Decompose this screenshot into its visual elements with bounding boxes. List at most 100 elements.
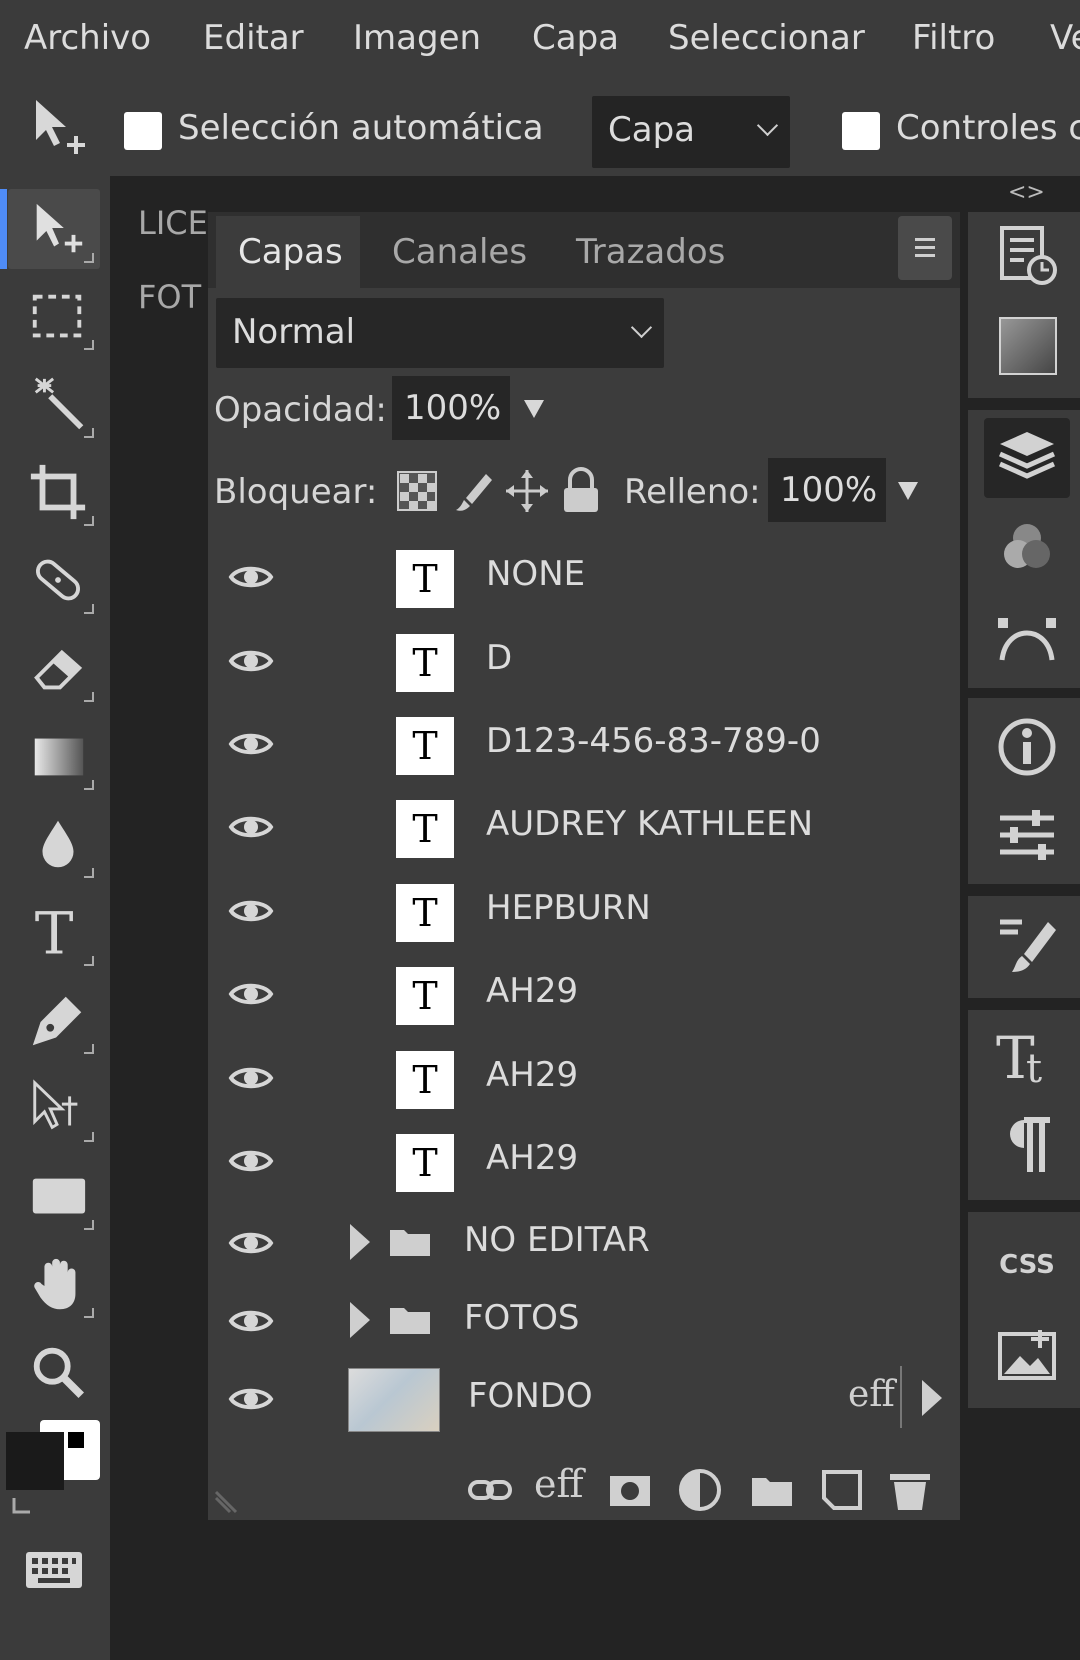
channels-icon[interactable] [994, 514, 1060, 580]
visibility-eye-icon[interactable] [228, 638, 274, 684]
layer-name[interactable]: AH29 [486, 971, 578, 1011]
link-layers-icon[interactable] [466, 1466, 514, 1514]
keyboard-icon[interactable] [24, 1548, 84, 1592]
document-tab-label[interactable]: FOT [138, 278, 201, 316]
gradient-tool-button[interactable] [18, 716, 98, 796]
layer-mask-icon[interactable] [606, 1466, 654, 1514]
shape-tool-button[interactable] [18, 1156, 98, 1236]
path-selection-tool-button[interactable] [18, 1068, 98, 1148]
marquee-tool-button[interactable] [18, 276, 98, 356]
crop-tool-button[interactable] [18, 452, 98, 532]
image-icon[interactable] [994, 1322, 1060, 1388]
panel-resize-grip-icon[interactable] [212, 1490, 238, 1516]
expand-group-arrow-icon[interactable] [350, 1224, 370, 1260]
default-colors-icon[interactable] [66, 1430, 86, 1450]
collapse-panels-button[interactable]: <> [1008, 180, 1045, 205]
expand-group-arrow-icon[interactable] [350, 1302, 370, 1338]
visibility-eye-icon[interactable] [228, 554, 274, 600]
layer-name[interactable]: D [486, 638, 512, 678]
delete-layer-trash-icon[interactable] [886, 1466, 934, 1514]
lock-pixels-brush-icon[interactable] [452, 468, 494, 514]
css-button[interactable]: CSS [994, 1232, 1060, 1298]
move-tool-button[interactable] [18, 189, 98, 269]
tab-canales[interactable]: Canales [392, 232, 527, 272]
foreground-color-swatch[interactable] [6, 1432, 64, 1490]
layer-row[interactable]: T NONE [208, 536, 960, 618]
zoom-tool-button[interactable] [18, 1332, 98, 1412]
layer-name[interactable]: NO EDITAR [464, 1220, 650, 1260]
layer-row[interactable]: T AUDREY KATHLEEN [208, 786, 960, 868]
paragraph-icon[interactable] [994, 1112, 1060, 1178]
visibility-eye-icon[interactable] [228, 1220, 274, 1266]
adjustments-sliders-icon[interactable] [994, 802, 1060, 868]
menu-capa[interactable]: Capa [532, 18, 619, 58]
lock-position-move-icon[interactable] [504, 468, 550, 514]
layer-name[interactable]: FONDO [468, 1376, 593, 1416]
hand-tool-button[interactable] [18, 1244, 98, 1324]
opacity-dropdown-arrow-icon[interactable] [524, 400, 544, 418]
layers-stack-icon[interactable] [994, 424, 1060, 490]
swap-colors-icon[interactable] [10, 1494, 36, 1520]
menu-seleccionar[interactable]: Seleccionar [668, 18, 865, 58]
auto-select-target-dropdown[interactable]: Capa [592, 96, 790, 168]
layer-row[interactable]: NO EDITAR [208, 1202, 960, 1284]
visibility-eye-icon[interactable] [228, 1138, 274, 1184]
transform-controls-checkbox[interactable] [842, 112, 880, 150]
visibility-eye-icon[interactable] [228, 1376, 274, 1422]
eraser-tool-button[interactable] [18, 628, 98, 708]
info-icon[interactable] [994, 714, 1060, 780]
menu-imagen[interactable]: Imagen [353, 18, 481, 58]
lock-all-padlock-icon[interactable] [560, 466, 602, 514]
pen-tool-button[interactable] [18, 980, 98, 1060]
brush-settings-icon[interactable] [994, 912, 1060, 978]
visibility-eye-icon[interactable] [228, 1055, 274, 1101]
paths-curve-icon[interactable] [994, 604, 1060, 670]
fill-dropdown-arrow-icon[interactable] [898, 482, 918, 500]
layer-name[interactable]: FOTOS [464, 1298, 579, 1338]
layer-row[interactable]: TD [208, 620, 960, 702]
menu-editar[interactable]: Editar [203, 18, 304, 58]
swatches-icon[interactable] [994, 312, 1060, 378]
layer-row[interactable]: T HEPBURN [208, 870, 960, 952]
visibility-eye-icon[interactable] [228, 721, 274, 767]
document-tab-label[interactable]: LICE [138, 204, 208, 242]
menu-filtro[interactable]: Filtro [912, 18, 995, 58]
blend-mode-dropdown[interactable]: Normal [216, 298, 664, 368]
layer-name[interactable]: AH29 [486, 1138, 578, 1178]
menu-archivo[interactable]: Archivo [24, 18, 151, 58]
expand-effects-arrow-icon[interactable] [922, 1380, 942, 1416]
character-type-icon[interactable]: Tt [994, 1022, 1060, 1092]
layer-effects-indicator[interactable]: eff [848, 1374, 895, 1415]
layer-name[interactable]: AUDREY KATHLEEN [486, 804, 813, 844]
adjustment-layer-icon[interactable] [676, 1466, 724, 1514]
menu-ver[interactable]: Ve [1050, 18, 1080, 58]
history-icon[interactable] [994, 222, 1060, 288]
healing-brush-tool-button[interactable] [18, 540, 98, 620]
auto-select-checkbox[interactable] [124, 112, 162, 150]
tab-trazados[interactable]: Trazados [576, 232, 725, 272]
layer-row[interactable]: T AH29 [208, 953, 960, 1035]
layer-row[interactable]: T D123-456-83-789-0 [208, 703, 960, 785]
visibility-eye-icon[interactable] [228, 804, 274, 850]
layer-name[interactable]: D123-456-83-789-0 [486, 721, 821, 761]
layer-name[interactable]: NONE [486, 554, 585, 594]
visibility-eye-icon[interactable] [228, 888, 274, 934]
magic-wand-tool-button[interactable] [18, 364, 98, 444]
visibility-eye-icon[interactable] [228, 971, 274, 1017]
tab-capas[interactable]: Capas [238, 232, 343, 272]
layer-name[interactable]: AH29 [486, 1055, 578, 1095]
new-layer-icon[interactable] [818, 1466, 866, 1514]
visibility-eye-icon[interactable] [228, 1298, 274, 1344]
layer-row[interactable]: T AH29 [208, 1120, 960, 1202]
lock-transparency-icon[interactable] [396, 470, 438, 512]
layer-row[interactable]: eff FONDO [208, 1358, 960, 1440]
layer-row[interactable]: FOTOS [208, 1280, 960, 1362]
fill-input[interactable]: 100% [768, 458, 886, 522]
opacity-input[interactable]: 100% [392, 376, 510, 440]
type-tool-button[interactable]: T [18, 892, 98, 972]
blur-tool-button[interactable] [18, 804, 98, 884]
panel-menu-button[interactable] [898, 216, 952, 280]
layer-name[interactable]: HEPBURN [486, 888, 651, 928]
new-group-folder-icon[interactable] [748, 1466, 796, 1514]
layer-effects-button[interactable]: eff [534, 1462, 584, 1510]
